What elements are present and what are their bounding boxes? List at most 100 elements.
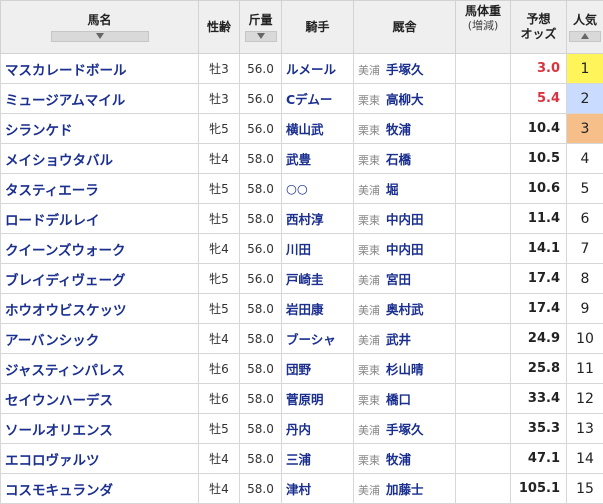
odds-value: 11.4 — [510, 203, 567, 234]
trainer-link[interactable]: 杉山晴 — [386, 362, 424, 377]
horse-name-link[interactable]: シランケド — [0, 113, 199, 144]
jockey-link[interactable]: 丹内 — [281, 413, 354, 444]
popularity-rank: 3 — [566, 113, 603, 144]
jockey-link[interactable]: 菅原明 — [281, 383, 354, 414]
sort-desc-icon[interactable] — [244, 30, 277, 42]
stable-area: 美浦 — [358, 304, 380, 317]
trainer-link[interactable]: 橋口 — [386, 392, 411, 407]
stable-area: 栗東 — [358, 94, 380, 107]
jockey-link[interactable]: ○○ — [281, 173, 354, 204]
horse-name-link[interactable]: アーバンシック — [0, 323, 199, 354]
table-row: ジャスティンパレス 牡6 58.0 団野 栗東 杉山晴 25.8 11 — [0, 353, 603, 384]
popularity-rank: 14 — [566, 443, 603, 474]
odds-value: 17.4 — [510, 263, 567, 294]
jockey-link[interactable]: 戸崎圭 — [281, 263, 354, 294]
header-name[interactable]: 馬名 — [0, 0, 199, 54]
stable-cell: 栗東 牧浦 — [353, 113, 456, 144]
header-weight[interactable]: 斤量 — [239, 0, 282, 54]
horse-name-link[interactable]: セイウンハーデス — [0, 383, 199, 414]
header-popularity[interactable]: 人気 — [566, 0, 603, 54]
odds-value: 35.3 — [510, 413, 567, 444]
carried-weight: 58.0 — [239, 323, 282, 354]
carried-weight: 58.0 — [239, 353, 282, 384]
trainer-link[interactable]: 中内田 — [386, 212, 424, 227]
header-age: 性齢 — [198, 0, 240, 54]
stable-area: 栗東 — [358, 454, 380, 467]
table-row: ソールオリエンス 牡5 58.0 丹内 美浦 手塚久 35.3 13 — [0, 413, 603, 444]
sex-age: 牡4 — [198, 443, 240, 474]
trainer-link[interactable]: 中内田 — [386, 242, 424, 257]
popularity-rank: 12 — [566, 383, 603, 414]
sort-desc-icon[interactable] — [50, 30, 149, 42]
jockey-link[interactable]: 岩田康 — [281, 293, 354, 324]
trainer-link[interactable]: 加藤士 — [386, 482, 424, 497]
horse-name-link[interactable]: エコロヴァルツ — [0, 443, 199, 474]
stable-area: 美浦 — [358, 64, 380, 77]
trainer-link[interactable]: 高柳大 — [386, 92, 424, 107]
odds-value: 10.6 — [510, 173, 567, 204]
trainer-link[interactable]: 堀 — [386, 182, 399, 197]
body-weight — [455, 473, 511, 504]
jockey-link[interactable]: 団野 — [281, 353, 354, 384]
stable-area: 美浦 — [358, 484, 380, 497]
jockey-link[interactable]: ブーシャ — [281, 323, 354, 354]
popularity-rank: 1 — [566, 53, 603, 84]
jockey-link[interactable]: ルメール — [281, 53, 354, 84]
jockey-link[interactable]: 西村淳 — [281, 203, 354, 234]
horse-name-link[interactable]: タスティエーラ — [0, 173, 199, 204]
jockey-link[interactable]: 三浦 — [281, 443, 354, 474]
sex-age: 牡4 — [198, 323, 240, 354]
body-weight — [455, 203, 511, 234]
trainer-link[interactable]: 宮田 — [386, 272, 411, 287]
table-row: メイショウタバル 牡4 58.0 武豊 栗東 石橋 10.5 4 — [0, 143, 603, 174]
popularity-rank: 8 — [566, 263, 603, 294]
jockey-link[interactable]: 横山武 — [281, 113, 354, 144]
odds-value: 24.9 — [510, 323, 567, 354]
horse-name-link[interactable]: ブレイディヴェーグ — [0, 263, 199, 294]
trainer-link[interactable]: 石橋 — [386, 152, 411, 167]
header-jockey: 騎手 — [281, 0, 354, 54]
stable-area: 栗東 — [358, 214, 380, 227]
jockey-link[interactable]: 川田 — [281, 233, 354, 264]
jockey-link[interactable]: Cデムー — [281, 83, 354, 114]
horse-name-link[interactable]: ソールオリエンス — [0, 413, 199, 444]
odds-value: 105.1 — [510, 473, 567, 504]
trainer-link[interactable]: 牧浦 — [386, 122, 411, 137]
horse-name-link[interactable]: コスモキュランダ — [0, 473, 199, 504]
carried-weight: 58.0 — [239, 173, 282, 204]
stable-area: 美浦 — [358, 274, 380, 287]
horse-name-link[interactable]: ホウオウビスケッツ — [0, 293, 199, 324]
horse-name-link[interactable]: ジャスティンパレス — [0, 353, 199, 384]
table-row: アーバンシック 牡4 58.0 ブーシャ 美浦 武井 24.9 10 — [0, 323, 603, 354]
trainer-link[interactable]: 手塚久 — [386, 62, 424, 77]
horse-name-link[interactable]: クイーンズウォーク — [0, 233, 199, 264]
stable-area: 美浦 — [358, 424, 380, 437]
stable-area: 美浦 — [358, 184, 380, 197]
stable-cell: 美浦 武井 — [353, 323, 456, 354]
sort-asc-icon[interactable] — [569, 30, 601, 42]
table-row: クイーンズウォーク 牝4 56.0 川田 栗東 中内田 14.1 7 — [0, 233, 603, 264]
popularity-rank: 11 — [566, 353, 603, 384]
jockey-link[interactable]: 武豊 — [281, 143, 354, 174]
horse-name-link[interactable]: ロードデルレイ — [0, 203, 199, 234]
trainer-link[interactable]: 武井 — [386, 332, 411, 347]
sex-age: 牡5 — [198, 413, 240, 444]
odds-value: 47.1 — [510, 443, 567, 474]
horse-name-link[interactable]: ミュージアムマイル — [0, 83, 199, 114]
sex-age: 牡4 — [198, 473, 240, 504]
carried-weight: 58.0 — [239, 473, 282, 504]
trainer-link[interactable]: 手塚久 — [386, 422, 424, 437]
body-weight — [455, 353, 511, 384]
sex-age: 牝5 — [198, 113, 240, 144]
stable-cell: 美浦 宮田 — [353, 263, 456, 294]
sex-age: 牡4 — [198, 143, 240, 174]
jockey-link[interactable]: 津村 — [281, 473, 354, 504]
body-weight — [455, 233, 511, 264]
horse-name-link[interactable]: マスカレードボール — [0, 53, 199, 84]
trainer-link[interactable]: 牧浦 — [386, 452, 411, 467]
header-odds[interactable]: 予想 オッズ — [510, 0, 567, 54]
horse-name-link[interactable]: メイショウタバル — [0, 143, 199, 174]
odds-value: 5.4 — [510, 83, 567, 114]
trainer-link[interactable]: 奥村武 — [386, 302, 424, 317]
stable-cell: 栗東 牧浦 — [353, 443, 456, 474]
